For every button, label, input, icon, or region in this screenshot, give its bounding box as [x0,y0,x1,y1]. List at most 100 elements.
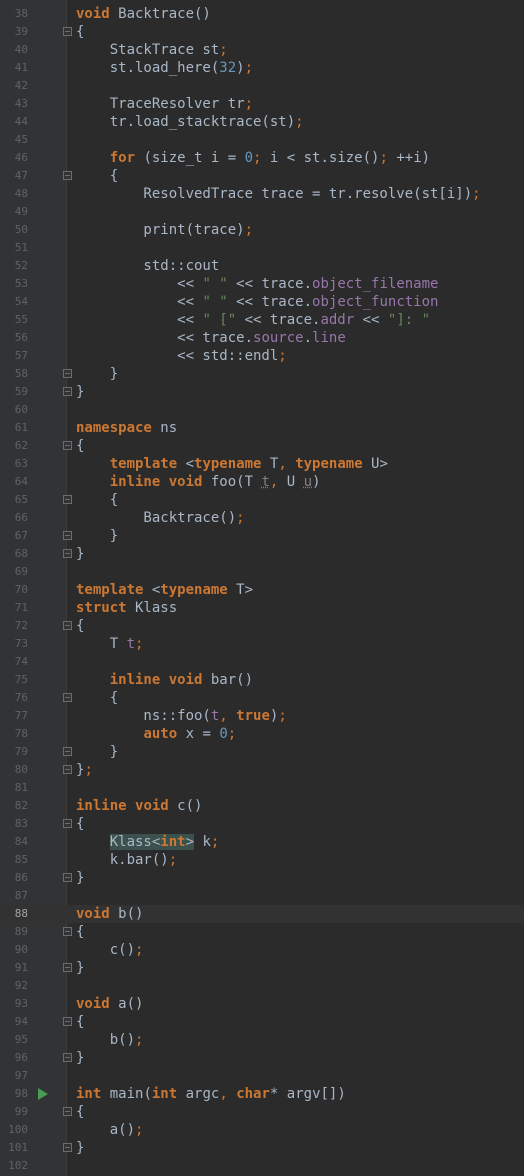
line-number[interactable]: 45 [0,131,28,149]
line-number[interactable]: 97 [0,1067,28,1085]
code-text[interactable]: } [76,527,118,545]
line-number[interactable]: 100 [0,1121,28,1139]
code-line[interactable]: 59} [0,383,524,401]
code-text[interactable]: inline void c() [76,797,202,815]
code-text[interactable]: StackTrace st; [76,41,228,59]
code-line[interactable]: 45 [0,131,524,149]
line-number[interactable]: 65 [0,491,28,509]
code-text[interactable]: { [76,437,84,455]
code-line[interactable]: 96} [0,1049,524,1067]
code-line[interactable]: 47 { [0,167,524,185]
code-text[interactable]: << " " << trace.object_function [76,293,438,311]
line-number[interactable]: 91 [0,959,28,977]
code-text[interactable]: } [76,383,84,401]
code-text[interactable]: } [76,365,118,383]
code-text[interactable]: void a() [76,995,143,1013]
code-line[interactable]: 76 { [0,689,524,707]
line-number[interactable]: 81 [0,779,28,797]
code-line[interactable]: 54 << " " << trace.object_function [0,293,524,311]
code-line[interactable]: 89 { [0,923,524,941]
code-line[interactable]: 87 [0,887,524,905]
code-line[interactable]: 72 { [0,617,524,635]
line-number[interactable]: 51 [0,239,28,257]
fold-end-icon[interactable] [63,873,72,882]
code-line[interactable]: 63 template <typename T, typename U> [0,455,524,473]
fold-collapse-icon[interactable] [63,693,72,702]
line-number[interactable]: 77 [0,707,28,725]
code-editor[interactable]: 38 void Backtrace() 39{40 StackTrace st; 41… [0,0,524,1176]
code-line[interactable]: 71 struct Klass [0,599,524,617]
line-number[interactable]: 88 [0,905,28,923]
code-text[interactable]: Klass<int> k; [76,833,219,851]
line-number[interactable]: 53 [0,275,28,293]
fold-end-icon[interactable] [63,369,72,378]
code-line[interactable]: 49 [0,203,524,221]
line-number[interactable]: 69 [0,563,28,581]
code-text[interactable]: ns::foo(t, true); [76,707,286,725]
code-line[interactable]: 101} [0,1139,524,1157]
line-number[interactable]: 47 [0,167,28,185]
code-line[interactable]: 39 { [0,23,524,41]
code-line[interactable]: 94 { [0,1013,524,1031]
code-line[interactable]: 102 [0,1157,524,1175]
code-line[interactable]: 53 << " " << trace.object_filename [0,275,524,293]
code-line[interactable]: 51 [0,239,524,257]
code-line[interactable]: 70 template <typename T> [0,581,524,599]
line-number[interactable]: 80 [0,761,28,779]
code-text[interactable]: inline void foo(T t, U u) [76,473,321,491]
code-line[interactable]: 40 StackTrace st; [0,41,524,59]
line-number[interactable]: 64 [0,473,28,491]
code-text[interactable]: { [76,923,84,941]
code-line[interactable]: 48 ResolvedTrace trace = tr.resolve(st[i… [0,185,524,203]
code-text[interactable]: int main(int argc, char* argv[]) [76,1085,346,1103]
fold-end-icon[interactable] [63,1143,72,1152]
code-text[interactable]: << " " << trace.object_filename [76,275,438,293]
fold-end-icon[interactable] [63,387,72,396]
code-line[interactable]: 85 k.bar(); [0,851,524,869]
line-number[interactable]: 102 [0,1157,28,1175]
line-number[interactable]: 74 [0,653,28,671]
code-line[interactable]: 78 auto x = 0; [0,725,524,743]
code-line[interactable]: 91} [0,959,524,977]
code-text[interactable]: } [76,743,118,761]
line-number[interactable]: 96 [0,1049,28,1067]
line-number[interactable]: 62 [0,437,28,455]
code-text[interactable]: a(); [76,1121,144,1139]
code-text[interactable]: << trace.source.line [76,329,346,347]
code-text[interactable]: b(); [76,1031,144,1049]
code-line[interactable]: 80}; [0,761,524,779]
line-number[interactable]: 54 [0,293,28,311]
line-number[interactable]: 58 [0,365,28,383]
line-number[interactable]: 60 [0,401,28,419]
code-line[interactable]: 79 } [0,743,524,761]
line-number[interactable]: 59 [0,383,28,401]
code-line[interactable]: 38 void Backtrace() [0,5,524,23]
code-line[interactable]: 61 namespace ns [0,419,524,437]
code-line[interactable]: 75 inline void bar() [0,671,524,689]
line-number[interactable]: 55 [0,311,28,329]
line-number[interactable]: 46 [0,149,28,167]
fold-collapse-icon[interactable] [63,441,72,450]
line-number[interactable]: 84 [0,833,28,851]
line-number[interactable]: 76 [0,689,28,707]
code-text[interactable]: ResolvedTrace trace = tr.resolve(st[i]); [76,185,480,203]
code-text[interactable]: } [76,1049,84,1067]
fold-collapse-icon[interactable] [63,927,72,936]
code-text[interactable]: namespace ns [76,419,177,437]
code-text[interactable]: void Backtrace() [76,5,211,23]
line-number[interactable]: 48 [0,185,28,203]
code-text[interactable]: << std::endl; [76,347,287,365]
code-line[interactable]: 56 << trace.source.line [0,329,524,347]
code-text[interactable]: auto x = 0; [76,725,236,743]
line-number[interactable]: 56 [0,329,28,347]
line-number[interactable]: 71 [0,599,28,617]
fold-collapse-icon[interactable] [63,621,72,630]
fold-end-icon[interactable] [63,765,72,774]
line-number[interactable]: 90 [0,941,28,959]
code-line[interactable]: 41 st.load_here(32); [0,59,524,77]
fold-end-icon[interactable] [63,963,72,972]
code-line[interactable]: 42 [0,77,524,95]
code-text[interactable]: print(trace); [76,221,253,239]
line-number[interactable]: 63 [0,455,28,473]
fold-collapse-icon[interactable] [63,1017,72,1026]
